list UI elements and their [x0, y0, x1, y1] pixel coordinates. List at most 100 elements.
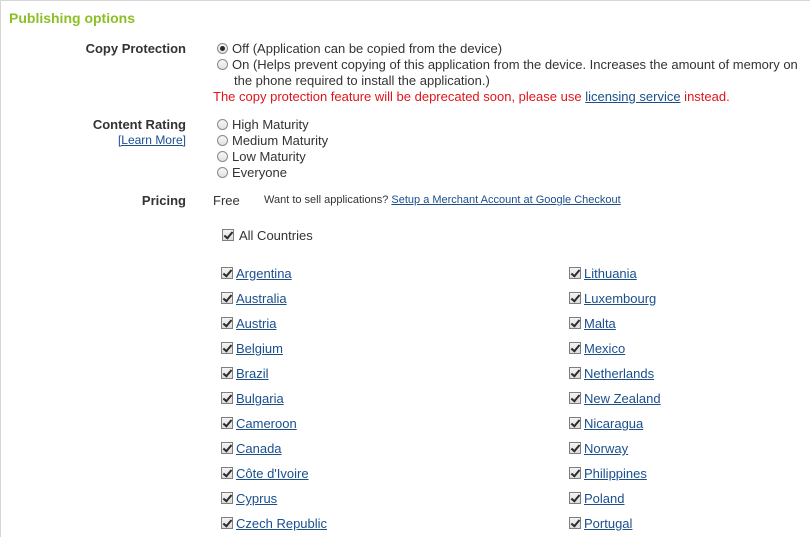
- country-item[interactable]: Netherlands: [569, 366, 654, 381]
- country-link[interactable]: New Zealand: [584, 391, 661, 406]
- country-checkbox[interactable]: [569, 267, 581, 279]
- rating-radio[interactable]: [217, 119, 228, 130]
- country-checkbox[interactable]: [569, 517, 581, 529]
- rating-option-label: Low Maturity: [232, 149, 306, 164]
- country-link[interactable]: Nicaragua: [584, 416, 643, 431]
- country-item[interactable]: Bulgaria: [221, 391, 284, 406]
- deprecation-warning: The copy protection feature will be depr…: [213, 89, 730, 104]
- country-checkbox[interactable]: [221, 367, 233, 379]
- country-checkbox[interactable]: [221, 517, 233, 529]
- country-link[interactable]: Australia: [236, 291, 287, 306]
- country-item[interactable]: Cyprus: [221, 491, 277, 506]
- country-item[interactable]: Mexico: [569, 341, 625, 356]
- country-item[interactable]: Czech Republic: [221, 516, 327, 531]
- country-link[interactable]: Brazil: [236, 366, 269, 381]
- country-checkbox[interactable]: [221, 267, 233, 279]
- country-item[interactable]: Norway: [569, 441, 628, 456]
- country-checkbox[interactable]: [221, 467, 233, 479]
- copy-protection-on-radio[interactable]: [217, 59, 228, 70]
- country-item[interactable]: New Zealand: [569, 391, 661, 406]
- country-link[interactable]: Philippines: [584, 466, 647, 481]
- country-link[interactable]: Cyprus: [236, 491, 277, 506]
- rating-option[interactable]: High Maturity: [217, 117, 309, 133]
- country-item[interactable]: Philippines: [569, 466, 647, 481]
- country-checkbox[interactable]: [221, 317, 233, 329]
- country-item[interactable]: Portugal: [569, 516, 632, 531]
- rating-radio[interactable]: [217, 151, 228, 162]
- content-rating-label: Content Rating: [92, 117, 186, 132]
- all-countries-option[interactable]: All Countries: [222, 228, 313, 243]
- country-checkbox[interactable]: [569, 492, 581, 504]
- rating-option[interactable]: Everyone: [217, 165, 287, 181]
- pricing-label: Pricing: [141, 193, 186, 208]
- warning-text: The copy protection feature will be depr…: [213, 89, 586, 104]
- country-checkbox[interactable]: [569, 317, 581, 329]
- country-checkbox[interactable]: [221, 292, 233, 304]
- rating-option[interactable]: Medium Maturity: [217, 133, 328, 149]
- sell-apps-prompt: Want to sell applications? Setup a Merch…: [264, 194, 621, 206]
- country-item[interactable]: Argentina: [221, 266, 292, 281]
- country-checkbox[interactable]: [221, 392, 233, 404]
- country-checkbox[interactable]: [569, 392, 581, 404]
- all-countries-label: All Countries: [239, 228, 313, 243]
- country-link[interactable]: Netherlands: [584, 366, 654, 381]
- warning-suffix: instead.: [680, 89, 730, 104]
- country-link[interactable]: Argentina: [236, 266, 292, 281]
- country-link[interactable]: Mexico: [584, 341, 625, 356]
- country-item[interactable]: Côte d'Ivoire: [221, 466, 309, 481]
- country-item[interactable]: Australia: [221, 291, 287, 306]
- country-link[interactable]: Lithuania: [584, 266, 637, 281]
- country-link[interactable]: Czech Republic: [236, 516, 327, 531]
- country-item[interactable]: Nicaragua: [569, 416, 643, 431]
- country-link[interactable]: Cameroon: [236, 416, 297, 431]
- country-item[interactable]: Cameroon: [221, 416, 297, 431]
- country-item[interactable]: Belgium: [221, 341, 283, 356]
- all-countries-checkbox[interactable]: [222, 229, 234, 241]
- country-checkbox[interactable]: [221, 417, 233, 429]
- copy-protection-label: Copy Protection: [85, 41, 186, 56]
- rating-radio[interactable]: [217, 167, 228, 178]
- country-item[interactable]: Brazil: [221, 366, 269, 381]
- country-link[interactable]: Canada: [236, 441, 282, 456]
- country-checkbox[interactable]: [569, 292, 581, 304]
- country-link[interactable]: Norway: [584, 441, 628, 456]
- rating-option-label: Everyone: [232, 165, 287, 180]
- country-link[interactable]: Belgium: [236, 341, 283, 356]
- country-checkbox[interactable]: [569, 367, 581, 379]
- country-checkbox[interactable]: [569, 417, 581, 429]
- licensing-service-link[interactable]: licensing service: [585, 89, 680, 104]
- learn-more-link[interactable]: [Learn More]: [0, 133, 186, 147]
- pricing-value: Free: [213, 193, 240, 208]
- rating-option-label: Medium Maturity: [232, 133, 329, 148]
- section-title: Publishing options: [9, 10, 135, 26]
- country-checkbox[interactable]: [221, 442, 233, 454]
- merchant-account-link[interactable]: Setup a Merchant Account at Google Check…: [391, 194, 620, 206]
- country-link[interactable]: Côte d'Ivoire: [236, 466, 309, 481]
- rating-option[interactable]: Low Maturity: [217, 149, 306, 165]
- country-link[interactable]: Bulgaria: [236, 391, 284, 406]
- country-item[interactable]: Lithuania: [569, 266, 637, 281]
- copy-protection-on-text-cont: the phone required to install the applic…: [234, 73, 490, 88]
- sell-prompt-text: Want to sell applications?: [264, 194, 389, 206]
- country-checkbox[interactable]: [221, 342, 233, 354]
- country-link[interactable]: Malta: [584, 316, 616, 331]
- country-checkbox[interactable]: [569, 442, 581, 454]
- rating-radio[interactable]: [217, 135, 228, 146]
- country-link[interactable]: Luxembourg: [584, 291, 656, 306]
- country-checkbox[interactable]: [569, 467, 581, 479]
- country-link[interactable]: Austria: [236, 316, 276, 331]
- country-item[interactable]: Canada: [221, 441, 282, 456]
- country-item[interactable]: Malta: [569, 316, 616, 331]
- country-checkbox[interactable]: [221, 492, 233, 504]
- country-checkbox[interactable]: [569, 342, 581, 354]
- country-link[interactable]: Poland: [584, 491, 624, 506]
- country-link[interactable]: Portugal: [584, 516, 632, 531]
- copy-protection-off-option[interactable]: Off (Application can be copied from the …: [217, 41, 502, 57]
- country-item[interactable]: Austria: [221, 316, 276, 331]
- country-item[interactable]: Luxembourg: [569, 291, 656, 306]
- country-item[interactable]: Poland: [569, 491, 624, 506]
- copy-protection-on-text: On (Helps prevent copying of this applic…: [232, 57, 798, 72]
- copy-protection-on-option[interactable]: On (Helps prevent copying of this applic…: [217, 57, 798, 73]
- copy-protection-off-radio[interactable]: [217, 43, 228, 54]
- rating-option-label: High Maturity: [232, 117, 309, 132]
